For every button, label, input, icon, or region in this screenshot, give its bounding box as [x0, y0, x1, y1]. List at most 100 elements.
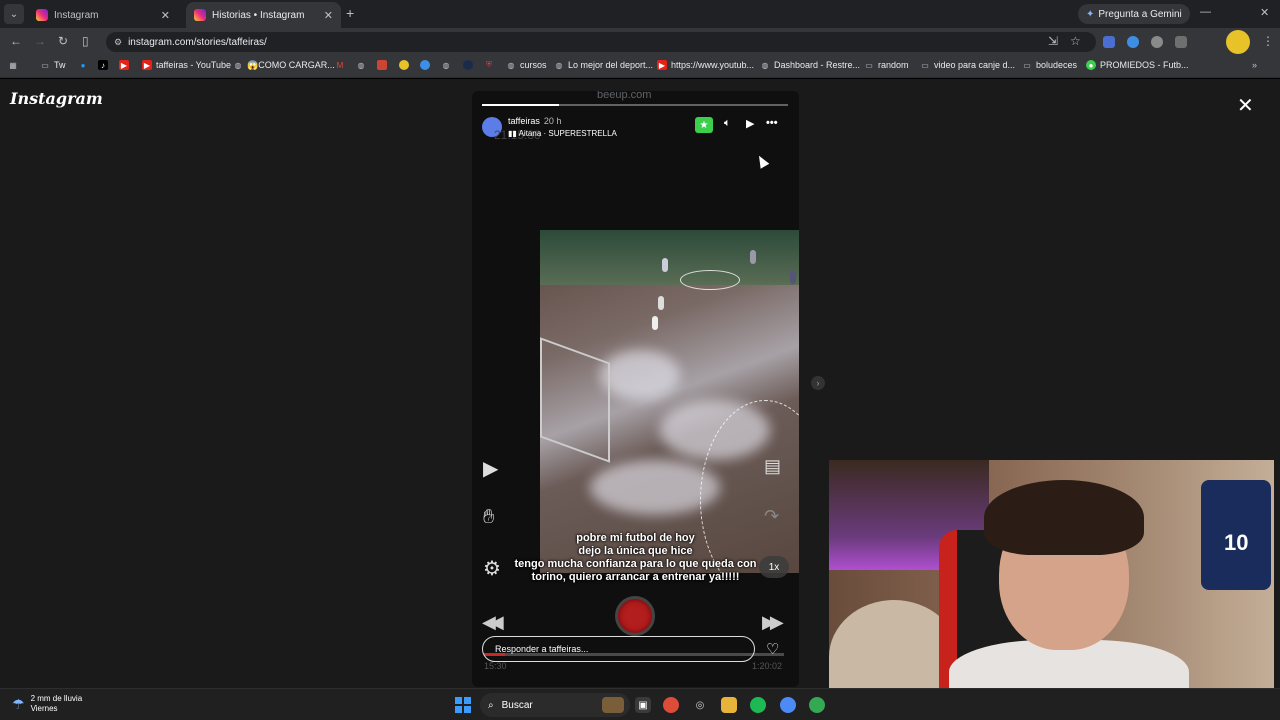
instagram-favicon-icon — [194, 9, 206, 21]
back-icon[interactable]: ← — [10, 34, 22, 48]
extensions-puzzle-icon[interactable] — [1175, 36, 1187, 48]
gear-icon[interactable]: ⚙︎ — [483, 556, 501, 581]
close-friends-star-icon: ★ — [695, 117, 713, 133]
file-explorer-icon[interactable] — [721, 697, 737, 713]
shield-bookmark-icon[interactable]: ⛨ — [484, 60, 494, 70]
chrome-profile-icon[interactable] — [809, 697, 825, 713]
tab-list-icon[interactable]: ⌄ — [4, 4, 24, 24]
spotify-icon[interactable] — [750, 697, 766, 713]
menu-kebab-icon[interactable]: ⋮ — [1262, 34, 1274, 48]
search-highlight-icon — [602, 697, 624, 713]
red-bookmark-icon[interactable] — [377, 60, 387, 70]
globe-icon: ◍ — [555, 60, 563, 70]
bookmark-dashboard[interactable]: ◍ Dashboard - Restre... — [760, 60, 861, 70]
bookmark-youtube-link[interactable]: ▶ https://www.youtub... — [657, 60, 754, 70]
camera-icon[interactable]: ▶︎ — [483, 456, 498, 481]
bookmark-cursos[interactable]: ◍ cursos — [506, 60, 547, 70]
bookmark-lo-mejor[interactable]: ◍ Lo mejor del deport... — [554, 60, 654, 70]
caption-line: torino, quiero arrancar a entrenar ya!!!… — [531, 571, 740, 583]
globe-bookmark-icon[interactable]: ◍ — [441, 60, 451, 70]
install-app-icon[interactable]: ⇲ — [1048, 34, 1058, 48]
extension-icon[interactable] — [1151, 36, 1163, 48]
gmail-bookmark-icon[interactable]: M — [335, 60, 345, 70]
volume-icon[interactable]: 🔈︎ — [724, 117, 731, 130]
watermark-text: beeup.com — [597, 91, 652, 101]
play-icon[interactable]: ▶ — [746, 117, 754, 130]
bookmark-taffeiras-youtube[interactable]: ▶ taffeiras - YouTube — [142, 60, 231, 70]
song-info[interactable]: ▮▮ Aitana · SUPERESTRELLA — [508, 129, 617, 138]
reply-input[interactable]: Responder a taffeiras... — [482, 636, 755, 662]
recording-end-time: 1:20:02 — [752, 661, 783, 671]
close-tab-icon[interactable]: ✕ — [161, 9, 170, 22]
player — [658, 296, 664, 310]
site-info-icon[interactable]: ⚙ — [114, 37, 122, 48]
bookmark-star-icon[interactable]: ☆ — [1070, 34, 1081, 48]
record-button[interactable] — [615, 596, 655, 636]
dark-bookmark-icon[interactable] — [463, 60, 473, 70]
apps-grid-icon[interactable]: ▦ — [8, 60, 18, 70]
bookmark-como-cargar[interactable]: ◍ 😱COMO CARGAR... — [233, 60, 335, 71]
reload-icon[interactable]: ↻ — [58, 34, 68, 48]
yellow-bookmark-icon[interactable] — [399, 60, 409, 70]
next-story-icon[interactable]: › — [811, 376, 825, 390]
rewind-icon[interactable]: ◀◀ — [482, 612, 504, 633]
globe-icon: ◍ — [507, 60, 515, 70]
chrome-profile-icon[interactable] — [780, 697, 796, 713]
twitter-bookmark-icon[interactable]: ● — [78, 60, 88, 70]
close-tab-icon[interactable]: ✕ — [324, 9, 333, 22]
youtube-bookmark-icon[interactable]: ▶ — [119, 60, 129, 70]
steam-icon[interactable]: ◎ — [692, 697, 708, 713]
tiktok-bookmark-icon[interactable]: ♪ — [98, 60, 108, 70]
bookmarks-bar: ▦ ▭ Tw ● ♪ ▶ ▶ taffeiras - YouTube ◍ 😱COMO … — [0, 56, 1280, 78]
music-bars-icon: ▮▮ — [508, 129, 519, 138]
blue-bookmark-icon[interactable] — [420, 60, 430, 70]
story-username[interactable]: taffeiras 20 h — [508, 116, 561, 126]
bookmark-tw[interactable]: ▭ Tw — [40, 60, 65, 70]
bookmark-video-canje[interactable]: ▭ video para canje d... — [920, 60, 1015, 70]
globe-icon: ● — [1086, 60, 1096, 70]
story-viewer[interactable]: beeup.com 21:15:30 taffeiras 20 h ▮▮ Aita… — [472, 91, 799, 687]
side-panel-icon[interactable]: ▯ — [82, 34, 89, 48]
rain-umbrella-icon: ☂ — [12, 695, 25, 712]
search-icon: ⌕ — [488, 699, 494, 711]
close-story-icon[interactable]: ✕ — [1237, 93, 1254, 118]
translate-extension-icon[interactable] — [1103, 36, 1115, 48]
bookmark-promiedos[interactable]: ● PROMIEDOS - Futb... — [1086, 60, 1189, 70]
film-icon[interactable]: ▤ — [764, 456, 781, 477]
windows-start-icon[interactable] — [455, 697, 471, 713]
fast-forward-icon[interactable]: ▶▶ — [762, 612, 784, 633]
webcam-person-hair — [984, 480, 1144, 555]
windows-taskbar: ☂ 2 mm de lluvia Viernes ⌕ Buscar ▣ ◎ — [0, 688, 1280, 720]
heart-icon[interactable]: ♡ — [766, 640, 779, 658]
close-window-icon[interactable]: ✕ — [1260, 6, 1269, 19]
share-icon[interactable]: ↷ — [764, 506, 779, 527]
new-tab-icon[interactable]: + — [346, 5, 354, 21]
task-view-icon[interactable]: ▣ — [635, 697, 651, 713]
more-options-icon[interactable]: ••• — [766, 117, 778, 129]
globe-bookmark-icon[interactable]: ◍ — [356, 60, 366, 70]
tab-title: Instagram — [54, 9, 99, 21]
address-bar[interactable]: ⚙ instagram.com/stories/taffeiras/ — [106, 32, 1096, 52]
forward-icon[interactable]: → — [34, 34, 46, 48]
instagram-logo[interactable]: Instagram — [10, 89, 103, 108]
tab-instagram[interactable]: Instagram ✕ — [28, 2, 178, 28]
clap-icon[interactable]: ✋︎ — [483, 506, 494, 529]
gemini-button[interactable]: ✦ Pregunta a Gemini — [1078, 4, 1190, 24]
weather-line: 2 mm de lluvia — [30, 694, 83, 703]
taskbar-search[interactable]: ⌕ Buscar — [480, 693, 630, 717]
bookmark-random[interactable]: ▭ random — [864, 60, 908, 70]
story-video[interactable] — [540, 230, 799, 573]
weather-widget[interactable]: ☂ 2 mm de lluvia Viernes — [12, 694, 82, 714]
profile-avatar[interactable] — [1226, 30, 1250, 54]
more-bookmarks-icon[interactable]: » — [1252, 60, 1257, 70]
extension-icon[interactable] — [1127, 36, 1139, 48]
tab-historias[interactable]: Historias • Instagram ✕ — [186, 2, 341, 28]
player — [750, 250, 756, 264]
url-text: instagram.com/stories/taffeiras/ — [128, 36, 267, 48]
minimize-icon[interactable]: — — [1200, 6, 1211, 18]
story-progress-bar — [482, 104, 788, 106]
bookmark-boludeces[interactable]: ▭ boludeces — [1022, 60, 1077, 70]
username[interactable]: taffeiras — [508, 116, 540, 126]
chrome-icon[interactable] — [663, 697, 679, 713]
speed-button[interactable]: 1x — [759, 556, 789, 578]
